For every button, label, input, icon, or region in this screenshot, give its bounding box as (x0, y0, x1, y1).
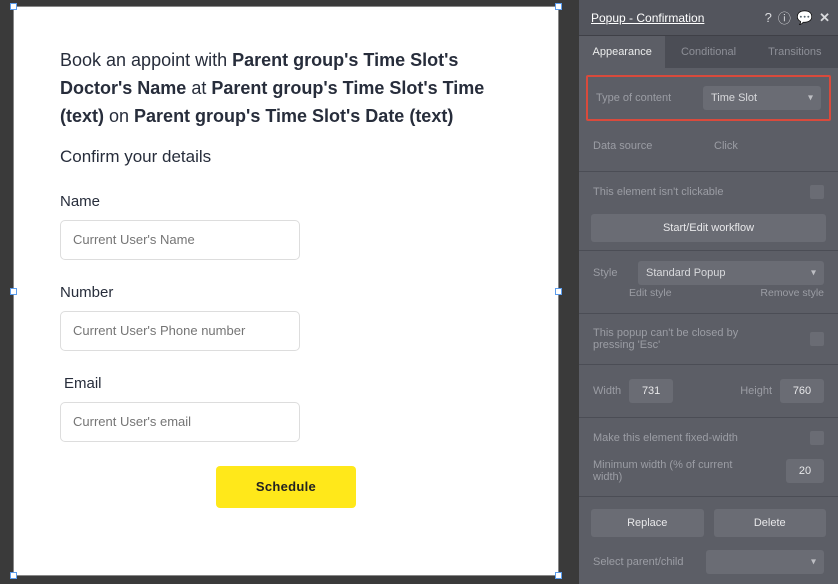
panel-tabs: Appearance Conditional Transitions (579, 36, 838, 68)
editor-stage: Book an appoint with Parent group's Time… (0, 0, 838, 584)
height-label: Height (740, 385, 772, 397)
fixed-width-checkbox[interactable] (810, 431, 824, 445)
style-select[interactable]: Standard Popup ▾ (638, 261, 824, 285)
resize-handle[interactable] (10, 3, 17, 10)
tab-conditional[interactable]: Conditional (665, 36, 751, 68)
resize-handle[interactable] (555, 3, 562, 10)
resize-handle[interactable] (555, 288, 562, 295)
tab-appearance[interactable]: Appearance (579, 36, 665, 68)
name-label: Name (60, 193, 512, 210)
select-parent-label: Select parent/child (593, 556, 684, 568)
heading-prefix: Book an appoint with (60, 50, 232, 70)
height-input[interactable] (780, 379, 824, 403)
popup-canvas[interactable]: Book an appoint with Parent group's Time… (13, 6, 559, 576)
divider (579, 313, 838, 314)
divider (579, 250, 838, 251)
chevron-down-icon: ▾ (811, 268, 816, 279)
type-of-content-label: Type of content (596, 92, 671, 104)
min-width-input[interactable] (786, 459, 824, 483)
replace-button[interactable]: Replace (591, 509, 704, 537)
edit-style-link[interactable]: Edit style (629, 287, 672, 299)
resize-handle[interactable] (10, 572, 17, 579)
tab-transitions[interactable]: Transitions (752, 36, 838, 68)
panel-header-icons: ? ⓘ 💬 ✕ (765, 8, 830, 27)
field-number: Number (60, 284, 512, 351)
heading-on: on (104, 106, 134, 126)
type-of-content-select[interactable]: Time Slot ▾ (703, 86, 821, 110)
help-icon[interactable]: ? (765, 10, 772, 25)
esc-checkbox[interactable] (810, 332, 824, 346)
fixed-width-row: Make this element fixed-width (579, 424, 838, 452)
popup-inner: Book an appoint with Parent group's Time… (14, 7, 558, 518)
email-input[interactable] (60, 402, 300, 442)
close-icon[interactable]: ✕ (819, 10, 830, 26)
fixed-width-label: Make this element fixed-width (593, 432, 738, 444)
esc-label: This popup can't be closed by pressing '… (593, 327, 773, 351)
select-parent-select[interactable]: ▾ (706, 550, 824, 574)
divider (579, 496, 838, 497)
divider (579, 417, 838, 418)
number-input[interactable] (60, 311, 300, 351)
replace-delete-row: Replace Delete (579, 503, 838, 543)
panel-body: Type of content Time Slot ▾ Data source … (579, 75, 838, 584)
type-of-content-row: Type of content Time Slot ▾ (586, 75, 831, 121)
data-source-label: Data source (593, 140, 652, 152)
divider (579, 364, 838, 365)
popup-heading: Book an appoint with Parent group's Time… (60, 47, 512, 131)
type-of-content-value: Time Slot (711, 92, 757, 104)
min-width-label: Minimum width (% of current width) (593, 459, 763, 483)
number-label: Number (60, 284, 512, 301)
not-clickable-checkbox[interactable] (810, 185, 824, 199)
chevron-down-icon: ▾ (808, 93, 813, 104)
field-name: Name (60, 193, 512, 260)
name-input[interactable] (60, 220, 300, 260)
property-panel: Popup - Confirmation ? ⓘ 💬 ✕ Appearance … (579, 0, 838, 584)
divider (579, 171, 838, 172)
data-source-value[interactable]: Click (706, 134, 824, 158)
comment-icon[interactable]: 💬 (797, 10, 813, 26)
esc-row: This popup can't be closed by pressing '… (579, 320, 838, 358)
chevron-down-icon: ▾ (811, 557, 816, 568)
schedule-button[interactable]: Schedule (216, 466, 356, 508)
start-edit-workflow-button[interactable]: Start/Edit workflow (591, 214, 826, 242)
width-label: Width (593, 385, 621, 397)
panel-header: Popup - Confirmation ? ⓘ 💬 ✕ (579, 0, 838, 36)
style-label: Style (593, 267, 617, 279)
resize-handle[interactable] (10, 288, 17, 295)
min-width-row: Minimum width (% of current width) (579, 452, 838, 490)
style-links: Edit style Remove style (579, 287, 838, 307)
style-row: Style Standard Popup ▾ (579, 257, 838, 287)
info-icon[interactable]: ⓘ (778, 8, 791, 27)
delete-button[interactable]: Delete (714, 509, 827, 537)
dimensions-row: Width Height (579, 371, 838, 411)
heading-date: Parent group's Time Slot's Date (text) (134, 106, 453, 126)
email-label: Email (60, 375, 512, 392)
popup-subheading: Confirm your details (60, 147, 512, 167)
field-email: Email (60, 375, 512, 442)
not-clickable-label: This element isn't clickable (593, 186, 724, 198)
panel-title[interactable]: Popup - Confirmation (591, 11, 765, 25)
remove-style-link[interactable]: Remove style (760, 287, 824, 299)
data-source-row: Data source Click (579, 127, 838, 165)
width-input[interactable] (629, 379, 673, 403)
style-value: Standard Popup (646, 267, 726, 279)
resize-handle[interactable] (555, 572, 562, 579)
not-clickable-row: This element isn't clickable (579, 178, 838, 206)
select-parent-row: Select parent/child ▾ (579, 543, 838, 581)
heading-at: at (186, 78, 211, 98)
